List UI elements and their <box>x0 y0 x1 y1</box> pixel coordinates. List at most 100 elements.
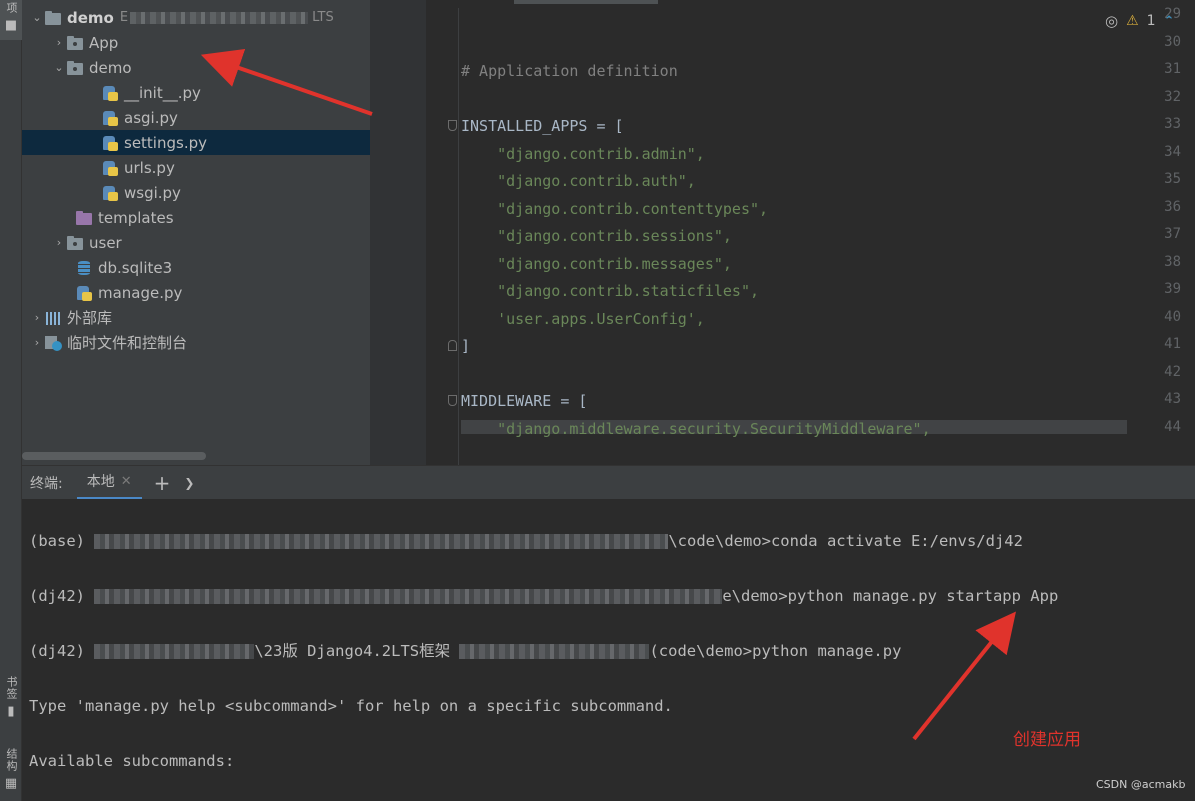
tree-item-label: __init__.py <box>124 83 201 102</box>
chevron-right-icon[interactable]: › <box>52 236 66 249</box>
editor-scroll-thumb[interactable] <box>514 0 658 4</box>
library-icon <box>44 310 62 326</box>
line-number: 41 <box>1164 336 1181 352</box>
terminal-line: (base) \code\demo>conda activate E:/envs… <box>29 529 1023 553</box>
tree-item-scratches-consoles[interactable]: › 临时文件和控制台 <box>22 330 370 355</box>
line-number: 35 <box>1164 171 1181 187</box>
line-number: 34 <box>1164 143 1181 160</box>
structure-tool-label: 结构 <box>5 748 18 772</box>
scratch-console-icon <box>44 335 62 351</box>
code-line: "django.contrib.staticfiles", <box>461 280 759 302</box>
blurred-path <box>94 644 255 659</box>
warning-icon[interactable]: ⚠ <box>1126 13 1139 29</box>
tree-item-label: db.sqlite3 <box>98 258 173 277</box>
tree-item-demo-package[interactable]: ⌄ demo <box>22 55 370 80</box>
python-file-icon <box>101 185 119 201</box>
code-line: 'user.apps.UserConfig', <box>461 308 705 330</box>
eye-off-icon[interactable]: ◎ <box>1105 12 1118 30</box>
terminal-output[interactable]: (base) \code\demo>conda activate E:/envs… <box>22 499 1195 801</box>
chevron-up-icon[interactable]: ⌃ <box>1164 14 1175 29</box>
line-number: 39 <box>1164 281 1181 297</box>
tree-item-settings-py[interactable]: settings.py <box>22 130 370 155</box>
chevron-right-icon[interactable]: › <box>30 311 44 324</box>
chevron-right-icon[interactable]: › <box>52 36 66 49</box>
left-tool-strip: 项 ■ 书签 ▮ 结构 ▦ <box>0 0 22 801</box>
line-number: 40 <box>1164 308 1181 325</box>
code-text: ] <box>461 337 471 355</box>
code-line: "django.middleware.security.SecurityMidd… <box>461 418 931 440</box>
tree-root-demo[interactable]: ⌄ demo E LTS <box>22 5 370 30</box>
terminal-text: Available subcommands: <box>29 752 235 770</box>
chevron-right-icon[interactable]: › <box>30 336 44 349</box>
warning-count: 1 <box>1146 13 1156 29</box>
horizontal-scrollbar[interactable] <box>22 452 206 460</box>
tree-item-manage-py[interactable]: manage.py <box>22 280 370 305</box>
close-icon[interactable]: ✕ <box>121 474 132 489</box>
line-number: 31 <box>1164 61 1181 77</box>
terminal-toolbar: 终端: 本地 ✕ + ❯ <box>22 465 1195 500</box>
folder-icon <box>44 10 62 26</box>
watermark: CSDN @acmakb <box>1096 778 1186 791</box>
tree-item-label: user <box>89 233 122 252</box>
add-tab-button[interactable]: + <box>154 471 171 495</box>
line-number: 43 <box>1164 391 1181 407</box>
terminal-prompt: (dj42) <box>29 587 95 605</box>
tree-item-templates[interactable]: templates <box>22 205 370 230</box>
blurred-path <box>130 11 309 24</box>
project-tool-button[interactable]: 项 ■ <box>0 0 22 40</box>
tree-item-label: settings.py <box>124 133 207 152</box>
chevron-down-icon[interactable]: ⌄ <box>52 61 66 74</box>
bookmarks-tool-label: 书签 <box>5 676 18 700</box>
structure-tool-button[interactable]: 结构 ▦ <box>0 748 22 791</box>
tab-local[interactable]: 本地 ✕ <box>76 466 142 500</box>
fold-marker[interactable] <box>448 120 457 131</box>
terminal-line: Type 'manage.py help <subcommand>' for h… <box>29 694 673 718</box>
tree-item-label: manage.py <box>98 283 183 302</box>
indent-guide <box>458 8 459 465</box>
tree-item-label: App <box>89 33 119 52</box>
tree-item-user[interactable]: › user <box>22 230 370 255</box>
python-file-icon <box>101 160 119 176</box>
code-editor[interactable]: 29 30 31 32 33 34 35 36 37 38 39 40 41 42 43 44 # Appli… <box>370 0 1195 465</box>
line-number: 42 <box>1164 363 1181 380</box>
project-tool-label: 项 <box>5 2 18 14</box>
database-icon <box>75 260 93 276</box>
code-text: "django.middleware.security.SecurityMidd… <box>461 419 931 438</box>
code-text: "django.contrib.contenttypes", <box>461 199 769 218</box>
tree-item-init-py[interactable]: __init__.py <box>22 80 370 105</box>
bookmarks-tool-button[interactable]: 书签 ▮ <box>0 676 22 719</box>
chevron-down-icon[interactable]: ❯ <box>184 476 194 490</box>
chevron-down-icon[interactable]: ⌄ <box>30 11 44 24</box>
tree-item-db-sqlite3[interactable]: db.sqlite3 <box>22 255 370 280</box>
code-text: "django.contrib.admin", <box>461 144 705 163</box>
blurred-path <box>94 534 669 549</box>
terminal-command: (code\demo>python manage.py <box>649 642 902 660</box>
terminal-command: \code\demo>conda activate E:/envs/dj42 <box>668 532 1023 550</box>
code-line: "django.contrib.contenttypes", <box>461 198 768 220</box>
fold-marker[interactable] <box>448 340 457 351</box>
folder-icon <box>66 235 84 251</box>
code-line: "django.contrib.admin", <box>461 143 705 165</box>
terminal-line: Available subcommands: <box>29 749 234 773</box>
tree-item-urls-py[interactable]: urls.py <box>22 155 370 180</box>
tree-item-external-libraries[interactable]: › 外部库 <box>22 305 370 330</box>
line-number: 33 <box>1164 116 1181 132</box>
code-line: MIDDLEWARE = [ <box>461 390 587 412</box>
code-text: "django.contrib.messages", <box>461 254 732 273</box>
fold-marker[interactable] <box>448 395 457 406</box>
line-number: 37 <box>1164 226 1181 242</box>
tree-root-path-tail: LTS <box>312 10 334 25</box>
terminal-path-fragment: \23版 Django4.2LTS框架 <box>254 642 460 660</box>
folder-icon: ■ <box>4 18 18 33</box>
python-file-icon <box>75 285 93 301</box>
python-file-icon <box>101 85 119 101</box>
bookmark-icon: ▮ <box>7 704 15 719</box>
code-line: "django.contrib.auth", <box>461 170 696 192</box>
blurred-path <box>94 589 723 604</box>
tree-item-label: templates <box>98 208 174 227</box>
tree-item-wsgi-py[interactable]: wsgi.py <box>22 180 370 205</box>
tree-item-app[interactable]: › App <box>22 30 370 55</box>
tree-item-asgi-py[interactable]: asgi.py <box>22 105 370 130</box>
inspection-widget[interactable]: ◎ ⚠ 1 ⌃ <box>1105 10 1195 32</box>
folder-icon <box>66 60 84 76</box>
